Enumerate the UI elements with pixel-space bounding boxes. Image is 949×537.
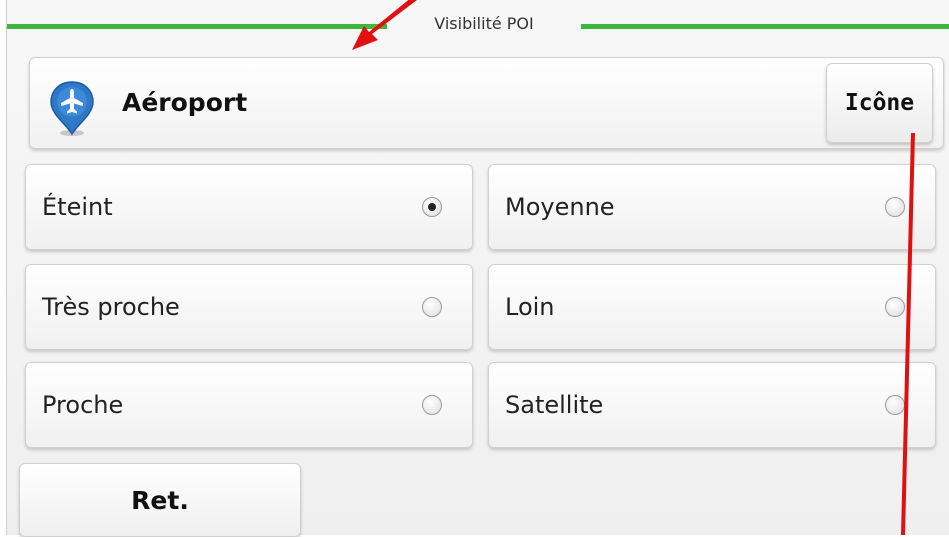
option-label: Moyenne [505,193,615,221]
option-label: Très proche [42,293,180,321]
radio-button[interactable] [885,395,905,415]
airplane-pin-icon [48,80,96,138]
option-moyenne[interactable]: Moyenne [488,164,936,250]
option-label: Éteint [42,193,113,221]
radio-button[interactable] [885,297,905,317]
title-divider-left [7,24,387,29]
option-proche[interactable]: Proche [25,362,473,448]
title-bar: Visibilité POI [7,10,949,44]
radio-button[interactable] [422,297,442,317]
back-button[interactable]: Ret. [19,463,301,537]
icon-button[interactable]: Icône [826,63,933,143]
option-label: Satellite [505,391,604,419]
radio-button[interactable] [885,197,905,217]
option-label: Loin [505,293,555,321]
option-loin[interactable]: Loin [488,264,936,350]
title-divider-right [581,24,949,29]
option-label: Proche [42,391,124,419]
radio-dot [428,203,436,211]
poi-category-label: Aéroport [122,88,248,117]
option-tres-proche[interactable]: Très proche [25,264,473,350]
radio-button-selected[interactable] [422,197,442,217]
option-satellite[interactable]: Satellite [488,362,936,448]
page-title: Visibilité POI [434,14,534,33]
poi-visibility-screen: Visibilité POI Aéroport Icône Éteint Trè… [6,0,949,537]
poi-category-row: Aéroport Icône [29,57,944,149]
option-eteint[interactable]: Éteint [25,164,473,250]
radio-button[interactable] [422,395,442,415]
